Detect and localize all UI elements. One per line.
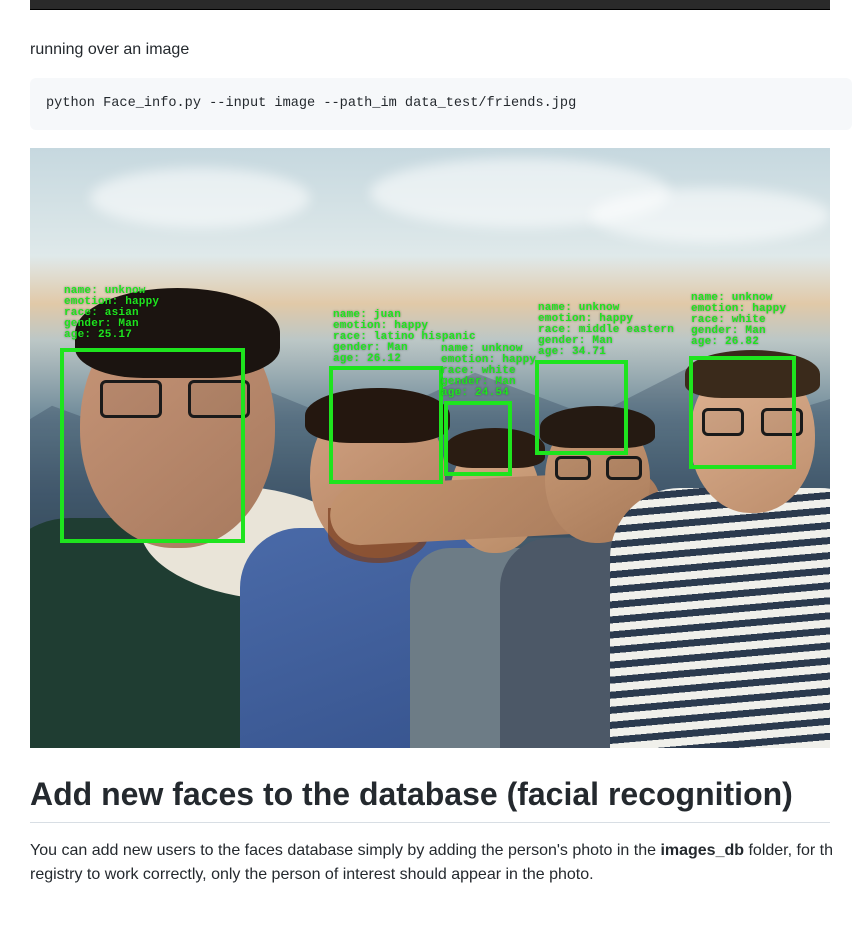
face-label: name: unknow emotion: happy race: white … <box>441 344 536 399</box>
caption-text: running over an image <box>30 38 852 62</box>
face-label: name: unknow emotion: happy race: asian … <box>64 286 159 341</box>
folder-name: images_db <box>660 842 744 859</box>
para-text: You can add new users to the faces datab… <box>30 842 660 859</box>
previous-image-strip <box>30 0 830 10</box>
section-heading: Add new faces to the database (facial re… <box>30 774 830 823</box>
code-block[interactable]: python Face_info.py --input image --path… <box>30 78 852 130</box>
cloud <box>590 188 830 243</box>
section-paragraph: You can add new users to the faces datab… <box>30 839 852 887</box>
face-bounding-box <box>535 360 628 455</box>
demo-output-image: .demo-image .person:nth-of-type(6) .glas… <box>30 148 830 748</box>
face-bounding-box <box>444 401 512 476</box>
face-bounding-box <box>60 348 245 543</box>
face-bounding-box <box>329 366 443 484</box>
cloud <box>90 168 310 228</box>
face-label: name: unknow emotion: happy race: white … <box>691 293 786 348</box>
face-label: name: unknow emotion: happy race: middle… <box>538 303 674 358</box>
face-bounding-box <box>689 356 796 469</box>
